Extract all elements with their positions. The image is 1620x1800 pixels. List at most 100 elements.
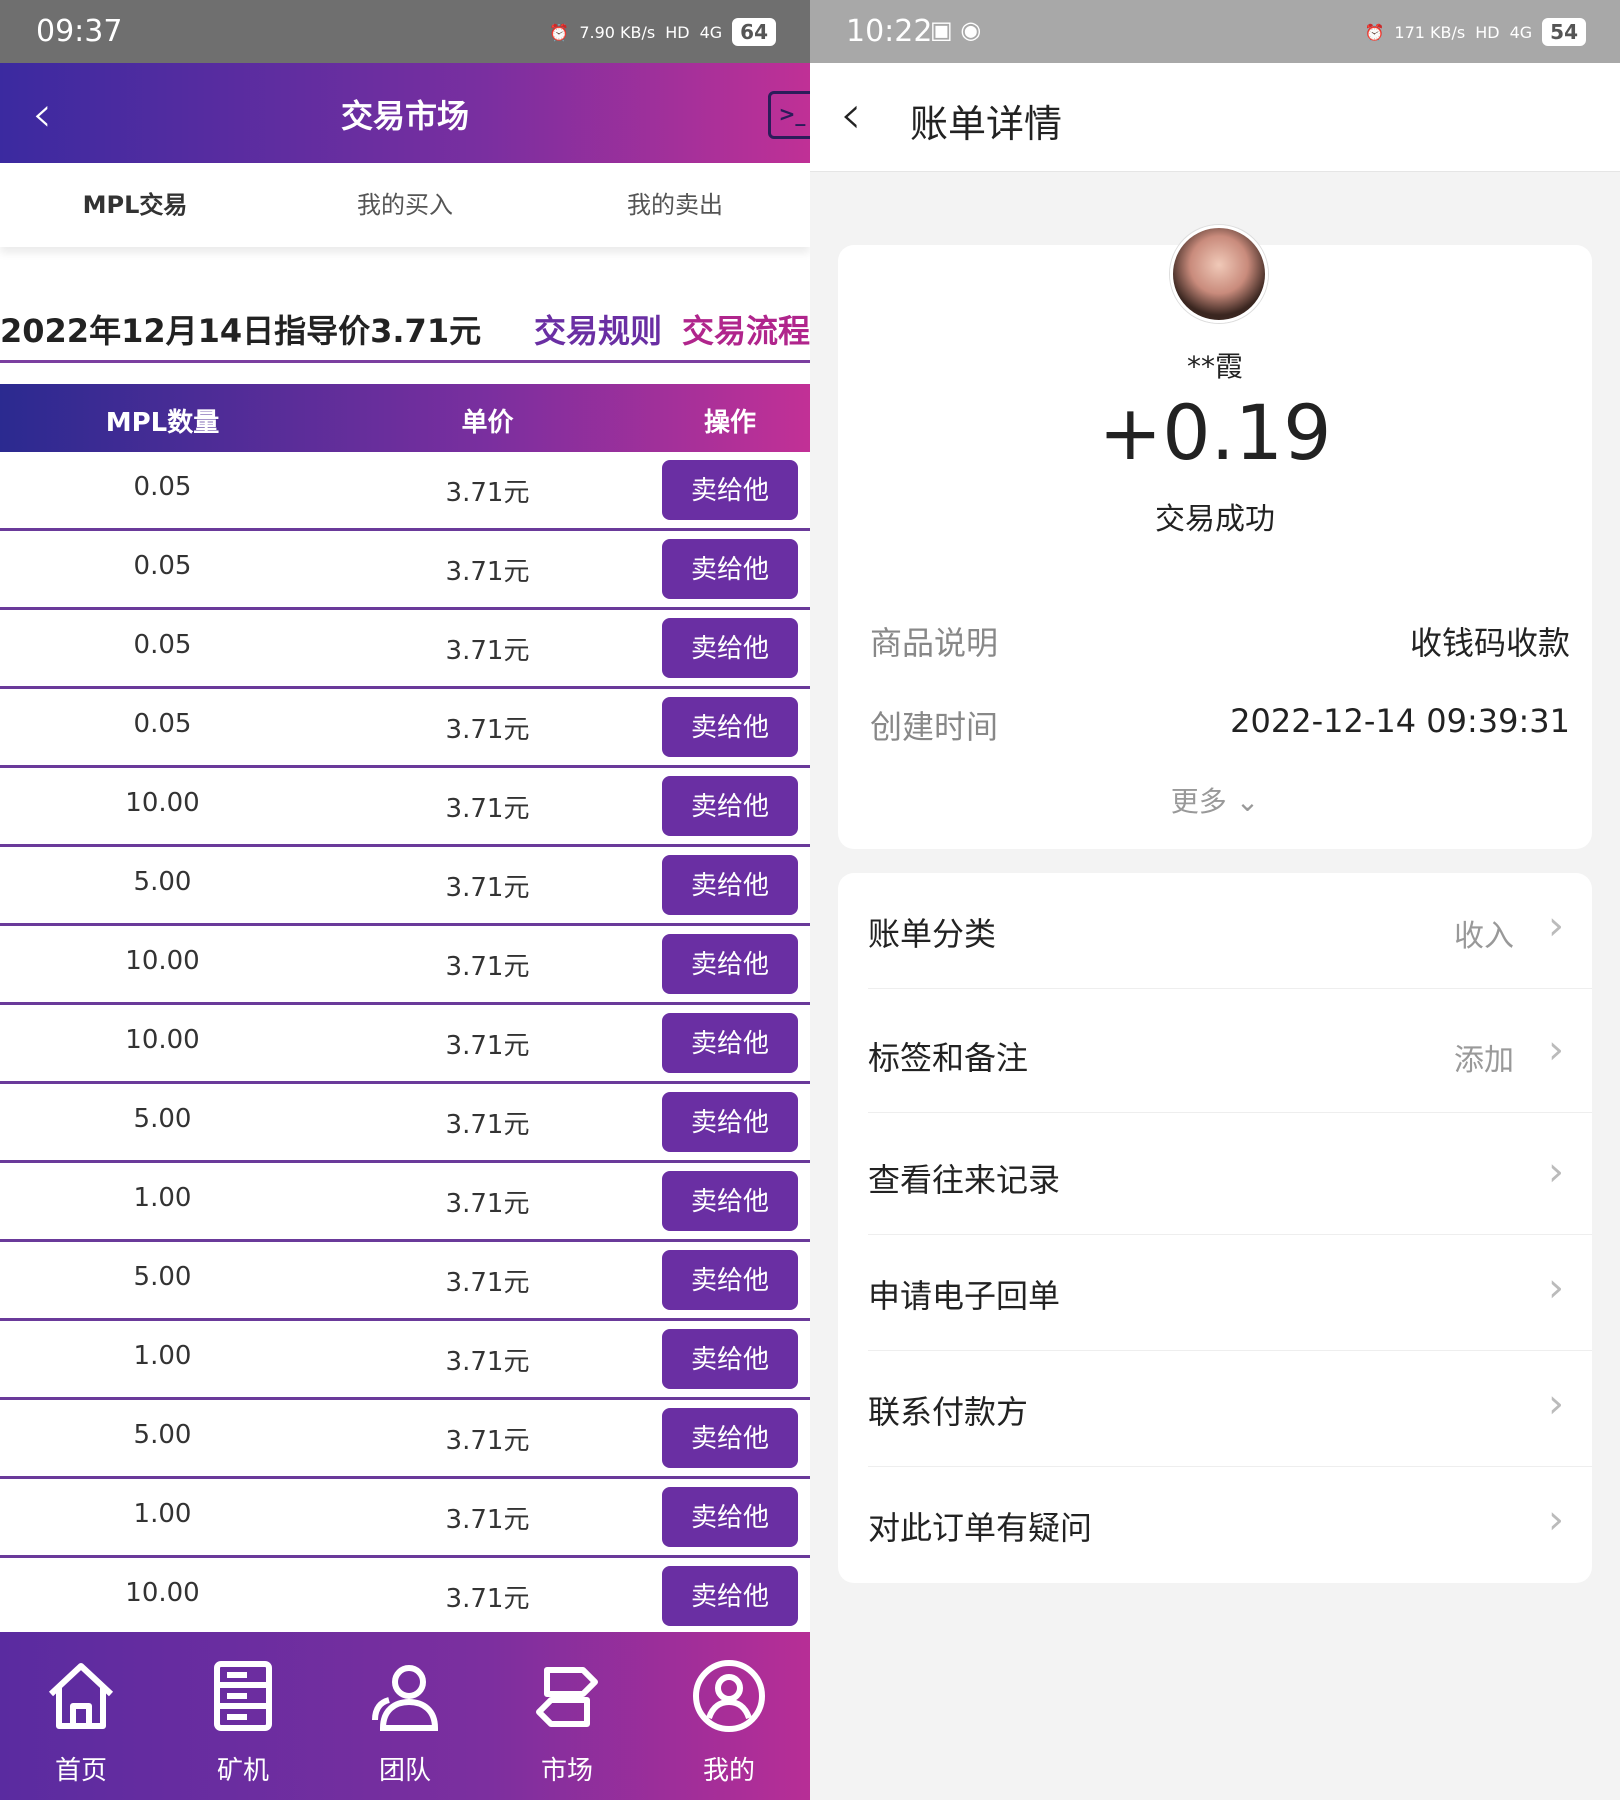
sell-to-him-button[interactable]: 卖给他 [662, 1250, 798, 1310]
tab-my-buy[interactable]: 我的买入 [270, 163, 540, 247]
chevron-right-icon: › [1548, 1265, 1564, 1311]
bill-actions-card: 账单分类 收入 › 标签和备注 添加 › 查看往来记录 › 申请电子回单 › 联系付款方 › 对此订单有… [838, 873, 1592, 1583]
notification-icons: ▣ ◉ [930, 16, 982, 44]
sell-to-him-button[interactable]: 卖给他 [662, 460, 798, 520]
sell-to-him-button[interactable]: 卖给他 [662, 697, 798, 757]
status-time: 10:22 [846, 14, 933, 49]
nav-miner-label: 矿机 [216, 1756, 269, 1786]
item-value: 收入 [1454, 919, 1514, 954]
chevron-right-icon: › [1548, 1497, 1564, 1543]
row-price: 3.71元 [445, 873, 530, 903]
row-price: 3.71元 [445, 952, 530, 982]
nav-mine[interactable]: 我的 [648, 1632, 810, 1800]
table-row: 10.00 3.71元 卖给他 [0, 768, 810, 847]
item-label: 账单分类 [868, 915, 997, 953]
item-label: 联系付款方 [868, 1393, 1029, 1431]
row-price: 3.71元 [445, 1347, 530, 1377]
row-price: 3.71元 [445, 1584, 530, 1614]
chevron-right-icon: › [1548, 1149, 1564, 1195]
status-time: 09:37 [36, 14, 123, 49]
nav-miner[interactable]: 矿机 [162, 1632, 324, 1800]
sell-to-him-button[interactable]: 卖给他 [662, 934, 798, 994]
team-icon [372, 1665, 439, 1731]
item-label: 申请电子回单 [868, 1277, 1061, 1315]
terminal-icon[interactable]: >_ [768, 91, 810, 139]
battery-icon: 54 [1542, 18, 1586, 46]
status-bar: 09:37 ⏰ 7.90 KB/s HD 4G 64 [0, 0, 810, 63]
table-row: 5.00 3.71元 卖给他 [0, 1242, 810, 1321]
tab-bar: MPL交易 我的买入 我的卖出 [0, 163, 810, 247]
row-quantity: 10.00 [125, 788, 200, 818]
alarm-icon: ⏰ [549, 22, 570, 42]
divider [868, 988, 1592, 989]
bill-action-item[interactable]: 申请电子回单 › [838, 1235, 1592, 1351]
status-bar: 10:22 ▣ ◉ ⏰ 171 KB/s HD 4G 54 [810, 0, 1620, 63]
sell-to-him-button[interactable]: 卖给他 [662, 539, 798, 599]
item-value: 添加 [1454, 1043, 1514, 1078]
tab-mpl-trade[interactable]: MPL交易 [0, 163, 270, 247]
table-row: 0.05 3.71元 卖给他 [0, 689, 810, 768]
app-bar: ‹ 交易市场 >_ [0, 63, 810, 163]
avatar[interactable] [1170, 225, 1268, 323]
sell-to-him-button[interactable]: 卖给他 [662, 1171, 798, 1231]
net-speed: 7.90 KB/s [579, 22, 656, 42]
trade-rules-link[interactable]: 交易规则 [534, 306, 662, 352]
row-quantity: 5.00 [133, 1420, 192, 1450]
signal-icon: 4G [699, 22, 723, 42]
row-quantity: 0.05 [133, 551, 192, 581]
sell-to-him-button[interactable]: 卖给他 [662, 855, 798, 915]
sell-to-him-button[interactable]: 卖给他 [662, 1408, 798, 1468]
nav-mine-label: 我的 [702, 1756, 755, 1786]
hd-icon: HD [665, 22, 690, 42]
chevron-right-icon: › [1548, 903, 1564, 949]
row-price: 3.71元 [445, 1268, 530, 1298]
row-quantity: 0.05 [133, 472, 192, 502]
header-price: 单价 [461, 408, 514, 438]
trade-flow-link[interactable]: 交易流程 [682, 306, 810, 352]
sell-to-him-button[interactable]: 卖给他 [662, 1013, 798, 1073]
table-row: 0.05 3.71元 卖给他 [0, 531, 810, 610]
page-title: 交易市场 [340, 97, 469, 135]
bill-action-item[interactable]: 标签和备注 添加 › [838, 997, 1592, 1113]
table-row: 5.00 3.71元 卖给他 [0, 1400, 810, 1479]
more-toggle[interactable]: 更多 ⌄ [810, 780, 1620, 820]
alarm-icon: ⏰ [1364, 22, 1385, 42]
order-list: 0.05 3.71元 卖给他 0.05 3.71元 卖给他 0.05 3.71元 卖给他 0.05… [0, 452, 810, 1637]
table-row: 0.05 3.71元 卖给他 [0, 610, 810, 689]
sell-to-him-button[interactable]: 卖给他 [662, 776, 798, 836]
transaction-status: 交易成功 [1155, 502, 1275, 537]
sell-to-him-button[interactable]: 卖给他 [662, 1092, 798, 1152]
sell-to-him-button[interactable]: 卖给他 [662, 1487, 798, 1547]
table-row: 1.00 3.71元 卖给他 [0, 1321, 810, 1400]
bill-action-item[interactable]: 账单分类 收入 › [838, 873, 1592, 989]
table-row: 1.00 3.71元 卖给他 [0, 1163, 810, 1242]
nav-home[interactable]: 首页 [0, 1632, 162, 1800]
row-quantity: 0.05 [133, 709, 192, 739]
sell-to-him-button[interactable]: 卖给他 [662, 1329, 798, 1389]
table-row: 5.00 3.71元 卖给他 [0, 1084, 810, 1163]
header-action: 操作 [703, 408, 756, 438]
table-row: 1.00 3.71元 卖给他 [0, 1479, 810, 1558]
row-price: 3.71元 [445, 557, 530, 587]
sell-to-him-button[interactable]: 卖给他 [662, 618, 798, 678]
back-arrow-icon[interactable]: ‹ [840, 83, 862, 146]
bill-action-item[interactable]: 对此订单有疑问 › [838, 1467, 1592, 1583]
table-header: MPL数量 单价 操作 [0, 384, 810, 452]
row-quantity: 5.00 [133, 1104, 192, 1134]
bill-action-item[interactable]: 联系付款方 › [838, 1351, 1592, 1467]
row-quantity: 1.00 [133, 1341, 192, 1371]
bill-detail-screen: 10:22 ▣ ◉ ⏰ 171 KB/s HD 4G 54 ‹ 账单详情 **霞… [810, 0, 1620, 1800]
row-price: 3.71元 [445, 715, 530, 745]
row-price: 3.71元 [445, 1189, 530, 1219]
detail-value: 2022-12-14 09:39:31 [1230, 702, 1570, 740]
tab-my-sell[interactable]: 我的卖出 [540, 163, 810, 247]
page-title: 账单详情 [910, 102, 1063, 146]
exchange-icon [536, 1667, 598, 1727]
nav-team[interactable]: 团队 [324, 1632, 486, 1800]
row-price: 3.71元 [445, 1505, 530, 1535]
nav-market[interactable]: 市场 [486, 1632, 648, 1800]
bill-action-item[interactable]: 查看往来记录 › [838, 1119, 1592, 1235]
item-label: 查看往来记录 [868, 1161, 1061, 1199]
sell-to-him-button[interactable]: 卖给他 [662, 1566, 798, 1626]
detail-key: 商品说明 [870, 624, 999, 662]
